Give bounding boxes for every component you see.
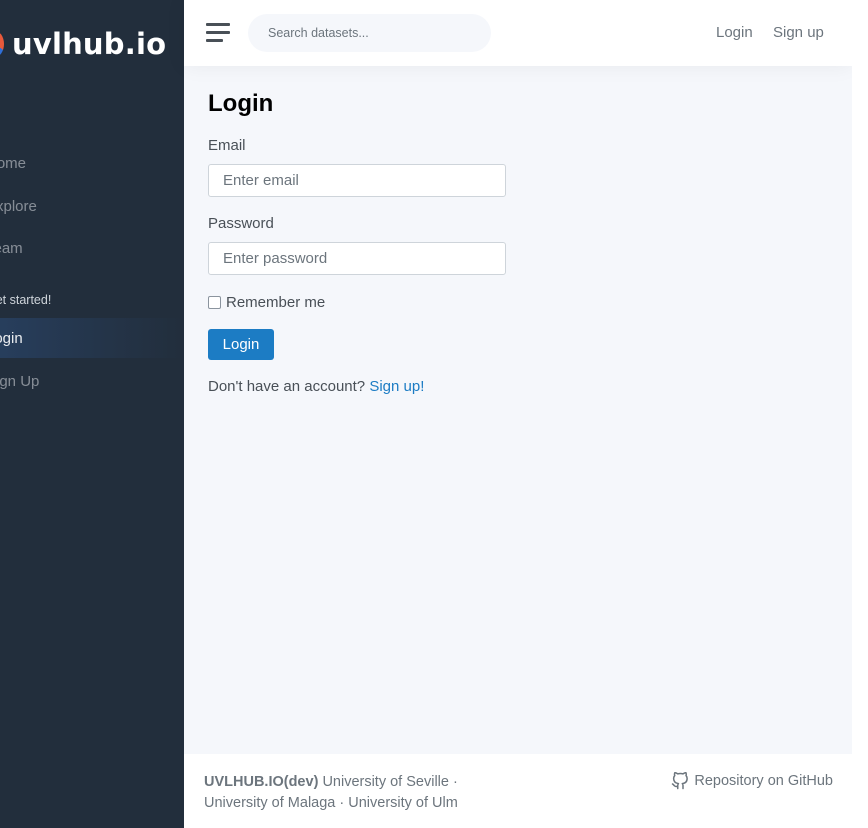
hamburger-menu-icon[interactable] [206,23,230,43]
sidebar-item-signup[interactable]: Sign Up [0,361,39,401]
github-icon [672,772,689,790]
sidebar-item-home[interactable]: Home [0,143,26,183]
nav-signup-link[interactable]: Sign up [773,24,824,41]
repository-link-label: Repository on GitHub [694,773,833,789]
brand[interactable]: uvlhub.io [0,24,166,64]
login-button[interactable]: Login [208,329,274,360]
footer: UVLHUB.IO(dev) University of Seville · U… [184,754,852,828]
signup-link[interactable]: Sign up! [369,378,424,395]
sidebar-item-label: Sign Up [0,372,40,390]
sidebar-item-login[interactable]: Login [0,318,184,358]
footer-credits: UVLHUB.IO(dev) University of Seville · U… [204,772,504,814]
remember-me: Remember me [208,294,325,311]
sidebar-item-team[interactable]: Team [0,228,23,268]
sidebar-item-label: Home [0,154,27,172]
top-navbar: Login Sign up [184,0,852,66]
remember-me-label[interactable]: Remember me [226,294,325,311]
sidebar-item-label: Team [0,239,23,257]
email-field[interactable] [208,164,506,197]
sidebar-section-header: Get started! [0,293,52,307]
footer-brand: UVLHUB.IO(dev) [204,774,319,790]
sidebar: uvlhub.io Home Explore Team Get started!… [0,0,184,828]
password-label: Password [208,215,274,232]
email-label: Email [208,137,246,154]
password-field[interactable] [208,242,506,275]
scrollbar-track[interactable] [852,0,868,828]
repository-link[interactable]: Repository on GitHub [671,772,833,790]
search-input[interactable] [248,14,491,52]
brand-logo-icon [0,31,4,57]
brand-name: uvlhub.io [12,27,167,61]
signup-prompt: Don't have an account? Sign up! [208,378,424,395]
sidebar-item-explore[interactable]: Explore [0,186,37,226]
sidebar-item-label: Login [0,329,23,347]
nav-login-link[interactable]: Login [716,24,753,41]
remember-me-checkbox[interactable] [208,296,221,309]
signup-prompt-text: Don't have an account? [208,378,366,395]
page-title: Login [208,90,274,117]
sidebar-item-label: Explore [0,197,37,215]
